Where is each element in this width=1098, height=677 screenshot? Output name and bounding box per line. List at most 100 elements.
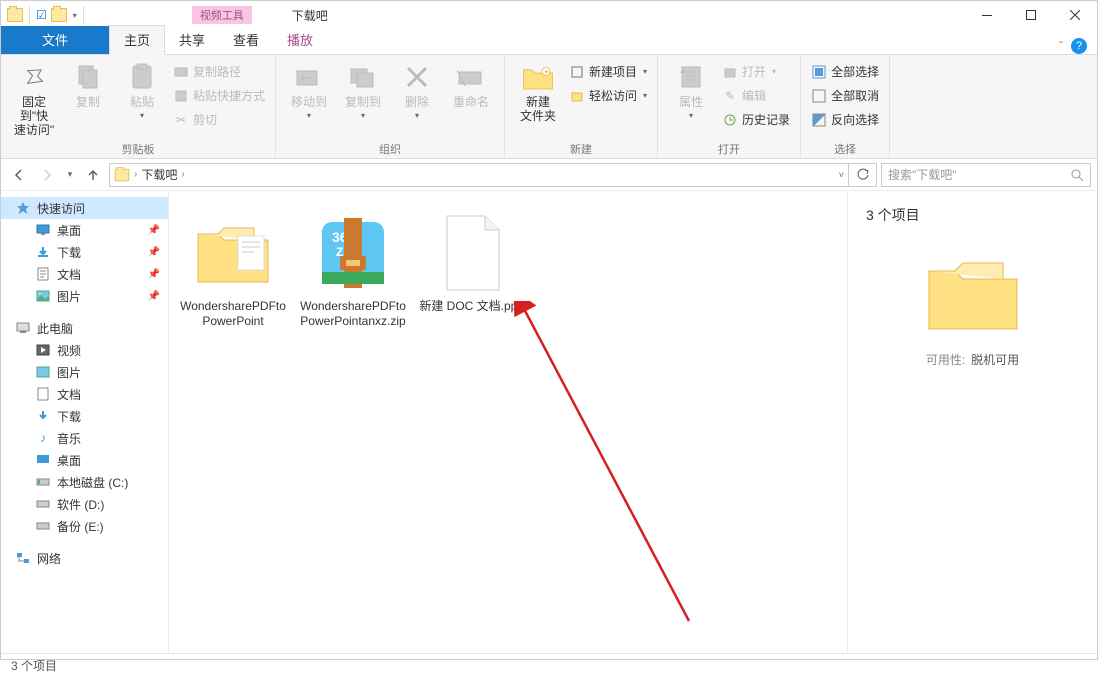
select-none-button[interactable]: 全部取消 xyxy=(809,86,881,105)
rename-button[interactable]: 重命名 xyxy=(446,59,496,109)
minimize-ribbon-icon[interactable]: ˇ xyxy=(1059,39,1063,53)
navigation-sidebar: 快速访问 桌面 📌 下载📌 文档📌 图片📌 此电脑 视频 图片 文档 下载 ♪音乐… xyxy=(1,191,169,653)
svg-text:✦: ✦ xyxy=(544,69,549,76)
properties-button[interactable]: 属性▾ xyxy=(666,59,716,120)
copy-to-button[interactable]: 复制到▾ xyxy=(338,59,388,120)
invert-selection-button[interactable]: 反向选择 xyxy=(809,110,881,129)
path-dropdown-icon[interactable]: ˅ xyxy=(839,170,844,180)
delete-label: 删除 xyxy=(405,95,429,109)
new-item-button[interactable]: 新建项目▾ xyxy=(567,62,649,81)
sidebar-item-desktop[interactable]: 桌面 📌 xyxy=(1,219,168,241)
pin-to-quick-access-button[interactable]: 固定到"快 速访问" xyxy=(9,59,59,137)
file-label: WondersharePDFtoPowerPoint xyxy=(179,299,287,329)
tab-share[interactable]: 共享 xyxy=(165,26,219,54)
sidebar-item-this-pc[interactable]: 此电脑 xyxy=(1,317,168,339)
recent-dropdown[interactable]: ▾ xyxy=(63,163,77,187)
copy-path-label: 复制路径 xyxy=(193,63,241,80)
item-count: 3 个项目 xyxy=(866,205,1079,225)
tab-play[interactable]: 播放 xyxy=(273,26,327,54)
ribbon-group-clipboard: 固定到"快 速访问" 复制 粘贴 ▾ 复制路径 粘贴快捷方式 ✂剪切 剪贴板 xyxy=(1,55,276,158)
ribbon-help-area: ˇ ? xyxy=(1059,38,1097,54)
chevron-right-icon[interactable]: › xyxy=(181,169,184,180)
copy-path-button[interactable]: 复制路径 xyxy=(171,62,267,81)
edit-button[interactable]: ✎编辑 xyxy=(720,86,792,105)
move-to-button[interactable]: 移动到▾ xyxy=(284,59,334,120)
help-icon[interactable]: ? xyxy=(1071,38,1087,54)
forward-button[interactable] xyxy=(35,163,59,187)
contextual-tab-header: 视频工具 xyxy=(192,6,252,24)
label: 备份 (E:) xyxy=(57,518,104,535)
copy-button[interactable]: 复制 xyxy=(63,59,113,109)
label: 桌面 xyxy=(57,222,81,239)
open-label: 打开 xyxy=(742,63,766,80)
sidebar-item-disk-e[interactable]: 备份 (E:) xyxy=(1,515,168,537)
sidebar-item-pictures-2[interactable]: 图片 xyxy=(1,361,168,383)
tab-home[interactable]: 主页 xyxy=(109,25,165,55)
address-bar: ▾ › 下载吧 › ˅ 搜索"下载吧" xyxy=(1,159,1097,191)
label: 视频 xyxy=(57,342,81,359)
breadcrumb-path[interactable]: › 下载吧 › ˅ xyxy=(109,163,849,187)
rename-label: 重命名 xyxy=(453,95,489,109)
search-placeholder: 搜索"下载吧" xyxy=(888,166,1064,183)
qat-dropdown-icon[interactable]: ▾ xyxy=(73,11,77,20)
sidebar-item-network[interactable]: 网络 xyxy=(1,547,168,569)
ribbon: 固定到"快 速访问" 复制 粘贴 ▾ 复制路径 粘贴快捷方式 ✂剪切 剪贴板 xyxy=(1,55,1097,159)
label: 文档 xyxy=(57,386,81,403)
select-none-label: 全部取消 xyxy=(831,87,879,104)
file-item-zip[interactable]: 360ZIP WondersharePDFtoPowerPointanxz.zi… xyxy=(299,211,407,329)
label: 下载 xyxy=(57,408,81,425)
easy-access-label: 轻松访问 xyxy=(589,87,637,104)
qat-checkbox-icon[interactable]: ☑ xyxy=(36,8,47,22)
refresh-button[interactable] xyxy=(849,163,877,187)
new-folder-label: 新建 文件夹 xyxy=(520,95,556,123)
paste-shortcut-button[interactable]: 粘贴快捷方式 xyxy=(171,86,267,105)
file-item-folder[interactable]: WondersharePDFtoPowerPoint xyxy=(179,211,287,329)
sidebar-item-quick-access[interactable]: 快速访问 xyxy=(1,197,168,219)
sidebar-item-downloads-2[interactable]: 下载 xyxy=(1,405,168,427)
new-folder-button[interactable]: ✦ 新建 文件夹 xyxy=(513,59,563,123)
details-pane: 3 个项目 可用性:脱机可用 xyxy=(847,191,1097,653)
search-input[interactable]: 搜索"下载吧" xyxy=(881,163,1091,187)
open-button[interactable]: 打开▾ xyxy=(720,62,792,81)
ribbon-tabs: 文件 主页 共享 查看 播放 ˇ ? xyxy=(1,29,1097,55)
paste-button[interactable]: 粘贴 ▾ xyxy=(117,59,167,120)
tab-file[interactable]: 文件 xyxy=(1,26,109,54)
chevron-right-icon[interactable]: › xyxy=(134,169,137,180)
tab-view[interactable]: 查看 xyxy=(219,26,273,54)
folder-preview-icon xyxy=(923,253,1023,333)
sidebar-item-downloads[interactable]: 下载📌 xyxy=(1,241,168,263)
search-icon xyxy=(1070,168,1084,182)
easy-access-button[interactable]: 轻松访问▾ xyxy=(567,86,649,105)
label: 音乐 xyxy=(57,430,81,447)
select-all-button[interactable]: 全部选择 xyxy=(809,62,881,81)
close-button[interactable] xyxy=(1053,1,1097,29)
sidebar-item-documents[interactable]: 文档📌 xyxy=(1,263,168,285)
sidebar-item-music[interactable]: ♪音乐 xyxy=(1,427,168,449)
sidebar-item-videos[interactable]: 视频 xyxy=(1,339,168,361)
annotation-arrow xyxy=(509,301,709,631)
crumb-item[interactable]: 下载吧 xyxy=(141,166,177,183)
file-list[interactable]: WondersharePDFtoPowerPoint 360ZIP Wonder… xyxy=(169,191,847,653)
sidebar-item-disk-d[interactable]: 软件 (D:) xyxy=(1,493,168,515)
pin-label: 固定到"快 速访问" xyxy=(9,95,59,137)
label: 软件 (D:) xyxy=(57,496,104,513)
label: 文档 xyxy=(57,266,81,283)
copy-to-label: 复制到 xyxy=(345,95,381,109)
qat-open-icon[interactable] xyxy=(51,8,67,22)
delete-button[interactable]: 删除▾ xyxy=(392,59,442,120)
cut-button[interactable]: ✂剪切 xyxy=(171,110,267,129)
history-button[interactable]: 历史记录 xyxy=(720,110,792,129)
sidebar-item-disk-c[interactable]: 本地磁盘 (C:) xyxy=(1,471,168,493)
label: 桌面 xyxy=(57,452,81,469)
history-label: 历史记录 xyxy=(742,111,790,128)
maximize-button[interactable] xyxy=(1009,1,1053,29)
back-button[interactable] xyxy=(7,163,31,187)
sidebar-item-pictures[interactable]: 图片📌 xyxy=(1,285,168,307)
pin-icon: 📌 xyxy=(148,225,160,236)
minimize-button[interactable] xyxy=(965,1,1009,29)
sidebar-item-desktop-2[interactable]: 桌面 xyxy=(1,449,168,471)
up-button[interactable] xyxy=(81,163,105,187)
group-title-new: 新建 xyxy=(570,140,592,158)
sidebar-item-documents-2[interactable]: 文档 xyxy=(1,383,168,405)
file-item-pptx[interactable]: 新建 DOC 文档.pptx xyxy=(419,211,527,314)
